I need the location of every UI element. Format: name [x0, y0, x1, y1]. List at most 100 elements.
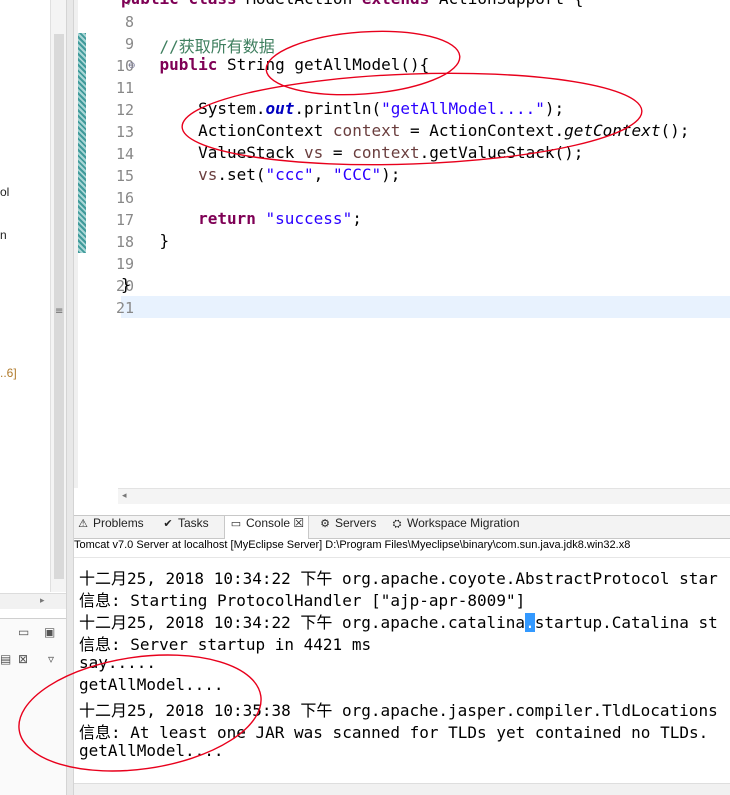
console-line[interactable]: 信息: Starting ProtocolHandler ["ajp-apr-8… [79, 587, 526, 610]
left-vertical-scrollbar[interactable]: ≡ [50, 0, 66, 592]
code-token: extends [362, 0, 439, 8]
code-token: public [121, 0, 188, 8]
code-token: "ccc" [265, 165, 314, 184]
code-line[interactable]: } [121, 231, 170, 253]
package-explorer-fragment: ol n ..6] ≡ ▸ ▭ ▣ ▤ ⊠ ▿ [0, 0, 66, 795]
console-text: say..... [79, 653, 157, 672]
tab-label: Problems [93, 516, 144, 530]
code-token: } [121, 231, 170, 250]
console-horizontal-scrollbar[interactable] [74, 783, 730, 795]
code-token: String getAllModel(){ [226, 55, 430, 74]
code-token: getContext [564, 121, 661, 140]
minimize-icon[interactable]: ▭ [18, 625, 29, 639]
tab-label: Workspace Migration [407, 516, 520, 530]
maximize-icon[interactable]: ▣ [44, 625, 55, 639]
code-token: vs [198, 165, 218, 184]
tree-item-fragment[interactable]: ..6] [0, 366, 17, 380]
workspace-migration-icon: ⛭ [392, 518, 402, 530]
sash-divider[interactable] [66, 0, 74, 795]
servers-icon: ⚙ [320, 518, 330, 530]
console-line[interactable]: getAllModel.... [79, 675, 224, 697]
code-line[interactable]: ValueStack vs = context.getValueStack(); [121, 143, 583, 165]
console-launch-header: Tomcat v7.0 Server at localhost [MyEclip… [74, 539, 730, 558]
console-text: 十二月25, 2018 10:35:38 下午 org.apache.jaspe… [79, 701, 718, 720]
console-line[interactable]: 信息: Server startup in 4421 ms [79, 631, 372, 654]
code-line[interactable]: //获取所有数据 [121, 33, 275, 56]
console-text: startup.Catalina st [534, 613, 718, 632]
tree-item-fragment[interactable]: n [0, 228, 7, 242]
text-selection: . [525, 613, 535, 632]
code-token: ActionSupport { [439, 0, 584, 8]
tab-tasks[interactable]: ✔ Tasks [161, 516, 209, 539]
console-icon: ▭ [230, 518, 242, 530]
code-token: System. [121, 99, 266, 118]
code-token: .println( [294, 99, 382, 118]
console-line[interactable]: 十二月25, 2018 10:34:22 下午 org.apache.catal… [79, 609, 718, 632]
tab-servers[interactable]: ⚙ Servers [318, 516, 376, 539]
console-text: 信息: Starting ProtocolHandler ["ajp-apr-8… [79, 591, 526, 610]
current-line-highlight [121, 296, 730, 318]
code-line[interactable]: System.out.println("getAllModel...."); [121, 99, 564, 121]
code-editor[interactable]: 78910⊖1112131415161718192021 public clas… [74, 0, 730, 506]
quick-diff-bar [78, 33, 86, 253]
tab-label: Tasks [178, 516, 209, 530]
left-horizontal-scrollbar[interactable]: ▸ [0, 593, 66, 609]
code-token: = [323, 143, 353, 162]
code-line[interactable]: public class ModelAction extends ActionS… [121, 0, 583, 11]
code-token: = ActionContext. [400, 121, 565, 140]
code-token: ValueStack [121, 143, 305, 162]
outline-panel-fragment: ▭ ▣ ▤ ⊠ ▿ [0, 618, 66, 795]
console-text: 信息: At least one JAR was scanned for TLD… [79, 723, 709, 742]
tab-problems[interactable]: ⚠ Problems [76, 516, 144, 539]
code-line[interactable]: } [121, 275, 131, 297]
console-line[interactable]: getAllModel.... [79, 741, 224, 763]
filter-icon[interactable]: ⊠ [18, 652, 28, 666]
tasks-icon: ✔ [163, 518, 173, 530]
line-number: 21 [115, 299, 134, 317]
tab-label: Servers [335, 516, 377, 530]
code-line[interactable]: public String getAllModel(){ [121, 55, 430, 77]
code-line[interactable]: ActionContext context = ActionContext.ge… [121, 121, 689, 143]
code-line[interactable]: return "success"; [121, 209, 362, 231]
code-token: (); [660, 121, 690, 140]
code-token: "getAllModel...." [381, 99, 545, 118]
code-token: ModelAction [246, 0, 362, 8]
console-text: getAllModel.... [79, 675, 224, 694]
code-token: context [352, 143, 420, 162]
tab-label: Console ☒ [246, 516, 305, 530]
code-token: vs [304, 143, 324, 162]
code-token: ); [381, 165, 401, 184]
console-output[interactable]: 十二月25, 2018 10:34:22 下午 org.apache.coyot… [74, 558, 730, 783]
editor-horizontal-scrollbar[interactable]: ◂ [118, 488, 730, 504]
code-token: "CCC" [332, 165, 382, 184]
code-token: out [265, 99, 295, 118]
line-number: 19 [115, 255, 134, 273]
console-text: 十二月25, 2018 10:34:22 下午 org.apache.catal… [79, 613, 526, 632]
console-line[interactable]: 信息: At least one JAR was scanned for TLD… [79, 719, 709, 742]
console-line[interactable]: 十二月25, 2018 10:35:38 下午 org.apache.jaspe… [79, 697, 718, 720]
code-token: ); [544, 99, 565, 118]
console-text: getAllModel.... [79, 741, 224, 760]
console-text: 十二月25, 2018 10:34:22 下午 org.apache.coyot… [79, 569, 718, 588]
tree-item-fragment[interactable]: ol [0, 185, 9, 199]
scroll-left-arrow-icon[interactable]: ◂ [122, 491, 127, 501]
tab-workspace-migration[interactable]: ⛭ Workspace Migration [390, 516, 520, 539]
line-number: 8 [124, 13, 134, 31]
scroll-right-arrow-icon[interactable]: ▸ [40, 596, 45, 606]
view-menu-icon[interactable]: ▿ [48, 652, 54, 666]
code-line[interactable]: vs.set("ccc", "CCC"); [121, 165, 400, 187]
console-text: 信息: Server startup in 4421 ms [79, 635, 372, 654]
toolbar-toggle-icon[interactable]: ▤ [0, 652, 11, 666]
code-token: class [188, 0, 246, 8]
console-line[interactable]: 十二月25, 2018 10:34:22 下午 org.apache.coyot… [79, 565, 718, 588]
scroll-grip-icon: ≡ [55, 306, 64, 317]
line-number: 16 [115, 189, 134, 207]
tab-console[interactable]: ▭ Console ☒ [224, 516, 310, 539]
code-token: ActionContext [121, 121, 333, 140]
console-line[interactable]: say..... [79, 653, 156, 675]
code-token: return [198, 209, 266, 228]
code-token: "success" [265, 209, 353, 228]
code-token: //获取所有数据 [159, 37, 275, 56]
line-number: 11 [115, 79, 134, 97]
